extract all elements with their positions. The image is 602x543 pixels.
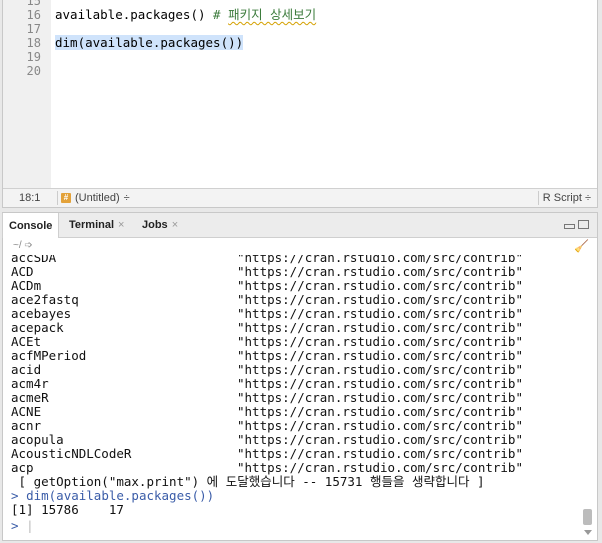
- package-repo: "https://cran.rstudio.com/src/contrib": [237, 418, 523, 433]
- package-name: AcousticNDLCodeR: [11, 446, 132, 461]
- text-cursor: |: [26, 518, 34, 533]
- package-name: acnr: [11, 418, 42, 433]
- language-selector[interactable]: R Script ÷: [543, 192, 591, 204]
- updown-icon: ÷: [584, 192, 591, 204]
- selected-code: dim(available.packages()): [55, 35, 244, 50]
- line-number: 15: [26, 0, 41, 8]
- package-repo: "https://cran.rstudio.com/src/contrib": [237, 376, 523, 391]
- console-pane: Console Terminal × Jobs × ~/ ➩ 🧹 accSDA "…: [2, 212, 598, 541]
- package-name: acid: [11, 362, 42, 377]
- clear-console-broom-icon[interactable]: 🧹: [574, 239, 589, 253]
- scroll-thumb[interactable]: [583, 509, 592, 525]
- package-repo: "https://cran.rstudio.com/src/contrib": [237, 432, 523, 447]
- goto-dir-arrow-icon: ➩: [24, 240, 33, 251]
- tab-terminal[interactable]: Terminal ×: [69, 213, 124, 237]
- line-number: 17: [26, 22, 41, 36]
- package-name: ACNE: [11, 404, 42, 419]
- package-repo: "https://cran.rstudio.com/src/contrib": [237, 348, 523, 363]
- comment-prefix: #: [213, 7, 229, 22]
- package-repo: "https://cran.rstudio.com/src/contrib": [237, 390, 523, 405]
- package-repo: "https://cran.rstudio.com/src/contrib": [237, 362, 523, 377]
- package-name: acebayes: [11, 306, 72, 321]
- package-name: acopula: [11, 432, 64, 447]
- tab-label: Terminal: [69, 219, 115, 231]
- pane-window-controls: [564, 220, 589, 229]
- code-line-18[interactable]: dim(available.packages()): [55, 35, 244, 50]
- prompt-symbol: >: [11, 488, 19, 503]
- line-number: 19: [26, 50, 41, 64]
- max-print-message: [ getOption("max.print") 에 도달했습니다 -- 157…: [11, 474, 485, 489]
- minimize-icon[interactable]: [564, 224, 575, 229]
- tab-label: Console: [9, 219, 53, 232]
- scope-selector[interactable]: # (Untitled) ÷: [61, 192, 130, 204]
- console-path-bar: ~/ ➩ 🧹: [3, 238, 597, 254]
- divider: [538, 191, 539, 205]
- editor-status-bar: 18:1 # (Untitled) ÷ R Script ÷: [3, 188, 597, 207]
- package-name: acp: [11, 460, 34, 475]
- console-scrollbar[interactable]: [582, 255, 594, 538]
- package-repo: "https://cran.rstudio.com/src/contrib": [237, 320, 523, 335]
- line-number: 20: [26, 64, 41, 78]
- hash-icon: #: [61, 193, 71, 203]
- path-text: ~/: [13, 240, 22, 251]
- line-number: 18: [26, 36, 41, 50]
- package-repo: "https://cran.rstudio.com/src/contrib": [237, 404, 523, 419]
- tab-label: Jobs: [142, 219, 168, 231]
- close-icon[interactable]: ×: [172, 213, 178, 237]
- package-repo: "https://cran.rstudio.com/src/contrib": [237, 460, 523, 475]
- package-name: ACD: [11, 264, 34, 279]
- console-command-line: > dim(available.packages()): [11, 489, 214, 503]
- package-repo: "https://cran.rstudio.com/src/contrib": [237, 292, 523, 307]
- package-name: acepack: [11, 320, 64, 335]
- package-name: ace2fastq: [11, 292, 79, 307]
- package-repo: "https://cran.rstudio.com/src/contrib": [237, 334, 523, 349]
- package-name: ACDm: [11, 278, 42, 293]
- console-tabbar: Console Terminal × Jobs ×: [2, 213, 597, 238]
- package-name: acmeR: [11, 390, 49, 405]
- command-result: [1] 15786 17: [11, 502, 124, 517]
- scroll-down-arrow-icon[interactable]: [584, 530, 592, 535]
- console-input-line[interactable]: > |: [11, 519, 34, 533]
- updown-icon: ÷: [123, 192, 130, 204]
- package-repo: "https://cran.rstudio.com/src/contrib": [237, 278, 523, 293]
- close-icon[interactable]: ×: [118, 213, 124, 237]
- source-editor[interactable]: 15 16 17 18 19 20 available.packages() #…: [2, 0, 598, 208]
- code-text: available.packages(): [55, 7, 214, 22]
- package-repo: "https://cran.rstudio.com/src/contrib": [237, 446, 523, 461]
- working-directory[interactable]: ~/ ➩: [13, 240, 33, 251]
- comment-text: 패키지 상세보기: [228, 7, 317, 22]
- code-line-16[interactable]: available.packages() # 패키지 상세보기: [55, 8, 316, 22]
- maximize-icon[interactable]: [578, 220, 589, 229]
- cursor-position: 18:1: [19, 192, 41, 204]
- tab-console[interactable]: Console: [2, 213, 60, 238]
- command-text: dim(available.packages()): [26, 488, 215, 503]
- scope-label: (Untitled): [75, 192, 120, 204]
- package-name: ACEt: [11, 334, 42, 349]
- language-label: R Script: [542, 192, 582, 204]
- package-name: acfMPeriod: [11, 348, 87, 363]
- package-repo: "https://cran.rstudio.com/src/contrib": [237, 264, 523, 279]
- console-output[interactable]: accSDA "https://cran.rstudio.com/src/cont…: [3, 255, 581, 538]
- divider: [57, 191, 58, 205]
- tab-jobs[interactable]: Jobs ×: [142, 213, 178, 237]
- line-number-gutter: 15 16 17 18 19 20: [3, 0, 51, 190]
- package-repo: "https://cran.rstudio.com/src/contrib": [237, 306, 523, 321]
- line-number: 16: [26, 8, 41, 22]
- prompt-symbol: >: [11, 518, 19, 533]
- package-name: acm4r: [11, 376, 49, 391]
